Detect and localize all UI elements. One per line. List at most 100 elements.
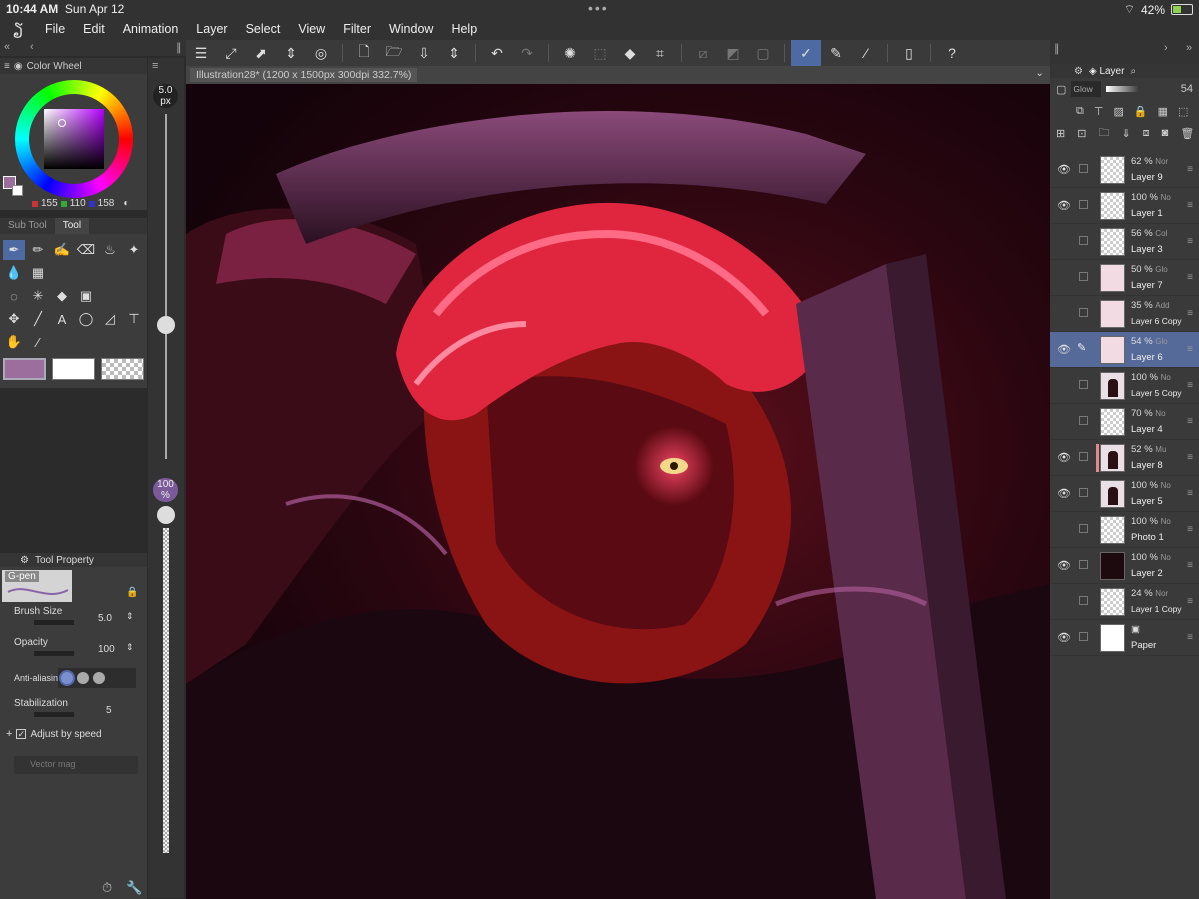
visibility-eye-icon[interactable]: 👁 [1057, 487, 1071, 500]
timer-icon[interactable]: ⏱ [102, 880, 112, 896]
decoration-tool-icon[interactable]: ✦ [123, 240, 145, 260]
layer-drag-handle-icon[interactable]: ≡ [1187, 272, 1193, 283]
smartphone-icon[interactable]: ▯ [894, 40, 924, 66]
layer-row[interactable]: 24 % Nor Layer 1 Copy ≡ [1050, 584, 1199, 620]
brush-mode-icon[interactable]: ✎ [821, 40, 851, 66]
merge-icon[interactable]: ⧈ [1143, 127, 1150, 140]
gradient-tool-icon[interactable]: ▣ [75, 286, 97, 306]
redo-icon[interactable]: ↷ [512, 40, 542, 66]
visibility-eye-icon[interactable]: 👁 [1057, 451, 1071, 464]
visibility-eye-icon[interactable]: 👁 [1057, 199, 1071, 212]
export-icon[interactable]: ⇩ [409, 40, 439, 66]
opacity-track[interactable] [163, 528, 169, 853]
trash-icon[interactable]: 🗑 [1180, 127, 1194, 140]
open-folder-icon[interactable]: 🗁 [379, 40, 409, 66]
app-logo-icon[interactable]: ຽ [0, 19, 36, 39]
menu-select[interactable]: Select [237, 22, 290, 36]
layer-drag-handle-icon[interactable]: ≡ [1187, 308, 1193, 319]
transfer-down-icon[interactable]: ⇓ [1121, 127, 1130, 140]
visibility-eye-icon[interactable]: 👁 [1057, 631, 1071, 644]
layer-lock-checkbox[interactable] [1079, 524, 1088, 533]
adjust-speed-checkbox[interactable]: ✓ [16, 729, 27, 739]
multitask-dots-icon[interactable]: ••• [588, 0, 609, 16]
layer-row-selected[interactable]: 👁 ✎ 54 % Glo Layer 6 ≡ [1050, 332, 1199, 368]
layer-drag-handle-icon[interactable]: ≡ [1187, 200, 1193, 211]
layer-tab[interactable]: ◈ Layer [1089, 66, 1124, 77]
saturation-value-square[interactable] [44, 109, 104, 169]
hamburger-menu-icon[interactable]: ☰ [186, 40, 216, 66]
antialias-strong[interactable] [93, 672, 105, 684]
layer-row[interactable]: 👁 52 % Mu Layer 8 ≡ [1050, 440, 1199, 476]
layer-lock-checkbox[interactable] [1079, 416, 1088, 425]
brush-size-stepper[interactable]: ⇕ [126, 611, 134, 622]
layer-lock-checkbox[interactable] [1079, 632, 1088, 641]
move-tool-icon[interactable]: ✥ [3, 309, 25, 329]
layer-row[interactable]: 70 % No Layer 4 ≡ [1050, 404, 1199, 440]
transform-icon[interactable]: ⬈ [246, 40, 276, 66]
balloon-tool-icon[interactable]: ◯ [75, 309, 97, 329]
lock-layer-icon[interactable]: 🔒 [1134, 105, 1148, 118]
layer-row[interactable]: 👁 100 % No Layer 1 ≡ [1050, 188, 1199, 224]
eraser-tool-icon[interactable]: ⌫ [75, 240, 97, 260]
settings-icon[interactable]: ⚙ [20, 555, 29, 566]
frame-icon[interactable]: ▢ [748, 40, 778, 66]
fill-tool-icon[interactable]: ◆ [51, 286, 73, 306]
brush-preview[interactable]: G-pen [2, 570, 72, 602]
line-tool-icon[interactable]: ╱ [27, 309, 49, 329]
layer-row[interactable]: 56 % Col Layer 3 ≡ [1050, 224, 1199, 260]
tab-sub-tool[interactable]: Sub Tool [0, 218, 55, 234]
text-tool-icon[interactable]: A [51, 309, 73, 329]
layer-drag-handle-icon[interactable]: ≡ [1187, 632, 1193, 643]
chevron-left-icon[interactable]: ‹ [30, 41, 34, 53]
layer-lock-checkbox[interactable] [1079, 560, 1088, 569]
wrench-icon[interactable]: 🔧 [126, 880, 142, 896]
layer-row-paper[interactable]: 👁 ▣ Paper ≡ [1050, 620, 1199, 656]
lock-icon[interactable]: 🔒 [126, 587, 138, 598]
layer-opacity-value[interactable]: 54 [1181, 83, 1199, 95]
hue-ring[interactable] [15, 80, 133, 198]
visibility-eye-icon[interactable]: 👁 [1057, 343, 1071, 356]
layer-lock-checkbox[interactable] [1079, 488, 1088, 497]
layer-drag-handle-icon[interactable]: ≡ [1187, 452, 1193, 463]
panel-menu-icon[interactable]: ≡ [4, 61, 10, 72]
opacity-row[interactable]: Opacity 100 ⇕ [14, 637, 134, 656]
layer-drag-handle-icon[interactable]: ≡ [1187, 416, 1193, 427]
menu-layer[interactable]: Layer [187, 22, 236, 36]
visibility-eye-icon[interactable]: 👁 [1057, 559, 1071, 572]
menu-help[interactable]: Help [442, 22, 486, 36]
airbrush-tool-icon[interactable]: ♨ [99, 240, 121, 260]
menu-view[interactable]: View [289, 22, 334, 36]
fit-view-icon[interactable]: ⤢ [216, 40, 246, 66]
dock-handle-right-icon[interactable]: ∥ [1054, 42, 1060, 55]
document-tab[interactable]: Illustration28* (1200 x 1500px 300dpi 33… [190, 68, 418, 82]
menu-window[interactable]: Window [380, 22, 442, 36]
stepper-icon[interactable]: ⇕ [276, 40, 306, 66]
eyedropper-tool-icon[interactable]: ⁄ [27, 332, 49, 352]
spinner-icon[interactable]: ✺ [555, 40, 585, 66]
antialias-medium[interactable] [77, 672, 89, 684]
new-vector-layer-icon[interactable]: ⊡ [1077, 127, 1086, 140]
new-folder-icon[interactable]: 🗀 [1098, 124, 1109, 143]
menu-animation[interactable]: Animation [114, 22, 188, 36]
menu-file[interactable]: File [36, 22, 74, 36]
layer-menu-icon[interactable]: ▢ [1056, 83, 1066, 96]
layer-row[interactable]: 35 % Add Layer 6 Copy ≡ [1050, 296, 1199, 332]
drawing-canvas[interactable] [186, 84, 1050, 899]
layer-drag-handle-icon[interactable]: ≡ [1187, 560, 1193, 571]
visibility-eye-icon[interactable]: 👁 [1057, 163, 1071, 176]
layer-drag-handle-icon[interactable]: ≡ [1187, 596, 1193, 607]
transparent-color-chip[interactable] [101, 358, 144, 380]
help-bubble-icon[interactable]: ? [937, 40, 967, 66]
layer-lock-checkbox[interactable] [1079, 452, 1088, 461]
draft-icon[interactable]: ▨ [1113, 105, 1123, 118]
select-dots-icon[interactable]: ⬚ [585, 40, 615, 66]
ruler-tool-icon[interactable]: ◿ [99, 309, 121, 329]
layer-row[interactable]: 👁 100 % No Layer 2 ≡ [1050, 548, 1199, 584]
clip-lower-icon[interactable]: ⧉ [1076, 105, 1084, 118]
dock-handle-icon[interactable]: ∥ [176, 41, 182, 54]
opacity-knob[interactable] [157, 506, 175, 524]
adjust-speed-row[interactable]: + ✓ Adjust by speed [6, 728, 102, 740]
layer-lock-checkbox[interactable] [1079, 596, 1088, 605]
layer-drag-handle-icon[interactable]: ≡ [1187, 524, 1193, 535]
menu-filter[interactable]: Filter [334, 22, 380, 36]
